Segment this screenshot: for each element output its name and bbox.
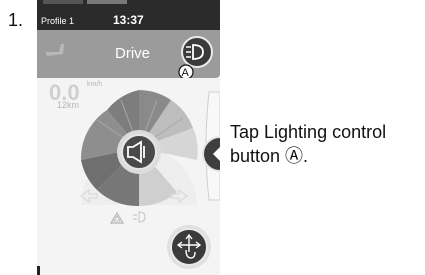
callout-marker: A [178,64,194,80]
drive-mode-title: Drive [115,45,150,62]
odometer: 12km [57,100,79,110]
clock: 13:37 [113,13,144,27]
callout-letter: A [182,67,190,79]
step-number: 1. [8,10,24,30]
horn-button[interactable] [117,130,161,174]
lighting-button[interactable] [181,36,213,68]
drive-mode-button[interactable] [167,225,211,269]
profile-label: Profile 1 [41,16,74,26]
phone-screen: Profile 1 13:37 Drive A 0.0 km/h 12km [37,0,220,275]
speed-unit: km/h [87,81,102,88]
instruction-text: Tap Lighting control button Ⓐ. [230,122,387,166]
